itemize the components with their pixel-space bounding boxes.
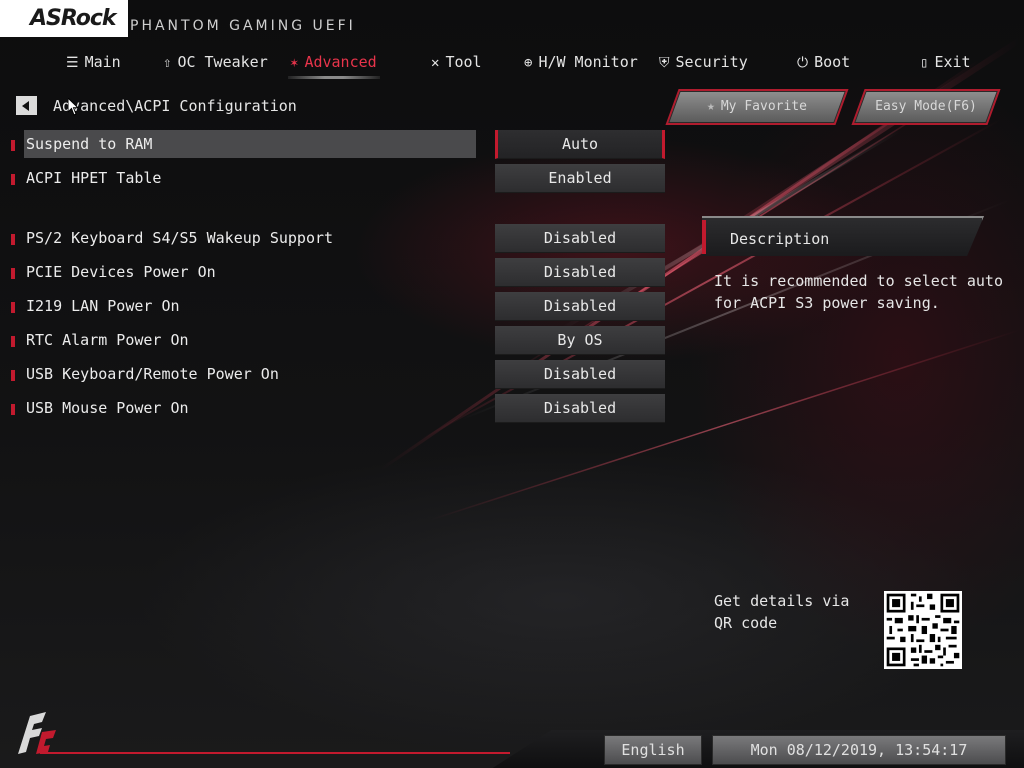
tab-label: Boot (814, 53, 851, 71)
setting-usb-keyboard-remote-power-on[interactable]: USB Keyboard/Remote Power On (10, 360, 480, 388)
my-favorite-label: My Favorite (720, 99, 807, 114)
setting-value-rtc-alarm-power-on[interactable]: By OS (495, 326, 665, 355)
crosshair-icon: ⊕ (524, 55, 533, 71)
bottom-accent-line (40, 752, 510, 754)
qr-caption: Get details via QR code (714, 592, 850, 632)
rocket-icon: ⇧ (163, 55, 172, 71)
my-favorite-button[interactable]: ★ My Favorite (665, 89, 849, 125)
star-icon: ✶ (290, 55, 299, 71)
setting-value-ps2-keyboard-wakeup[interactable]: Disabled (495, 224, 665, 253)
tab-oc-tweaker[interactable]: ⇧ OC Tweaker (163, 48, 268, 76)
description-title: Description (730, 230, 830, 248)
easy-mode-button[interactable]: Easy Mode(F6) (851, 89, 1001, 125)
breadcrumb: Advanced\ACPI Configuration (53, 97, 297, 115)
tab-label: Exit (934, 53, 971, 71)
setting-suspend-to-ram[interactable]: Suspend to RAM (10, 130, 480, 158)
exit-door-icon: ▯ (920, 55, 929, 71)
setting-label: ACPI HPET Table (26, 169, 162, 187)
setting-label: USB Mouse Power On (26, 399, 189, 417)
tab-boot[interactable]: ⏻ Boot (797, 48, 850, 76)
brand-logo: ASRock (30, 6, 117, 31)
phantom-gaming-logo (18, 712, 56, 754)
easy-mode-label: Easy Mode(F6) (875, 99, 977, 114)
setting-label: RTC Alarm Power On (26, 331, 189, 349)
tab-label: Main (84, 53, 121, 71)
active-tab-indicator (288, 76, 380, 79)
setting-value-usb-mouse-power-on[interactable]: Disabled (495, 394, 665, 423)
setting-i219-lan-power-on[interactable]: I219 LAN Power On (10, 292, 480, 320)
setting-value-pcie-devices-power-on[interactable]: Disabled (495, 258, 665, 287)
tab-exit[interactable]: ▯ Exit (920, 48, 971, 76)
tab-label: H/W Monitor (538, 53, 638, 71)
setting-usb-mouse-power-on[interactable]: USB Mouse Power On (10, 394, 480, 422)
setting-label: Suspend to RAM (26, 135, 153, 153)
tools-icon: ✕ (431, 55, 440, 71)
tab-tool[interactable]: ✕ Tool (431, 48, 482, 76)
tab-label: OC Tweaker (177, 53, 268, 71)
description-header: Description (702, 216, 997, 258)
qr-code (884, 591, 962, 669)
setting-acpi-hpet-table[interactable]: ACPI HPET Table (10, 164, 480, 192)
setting-label: USB Keyboard/Remote Power On (26, 365, 279, 383)
list-icon: ☰ (66, 55, 79, 71)
tab-security[interactable]: ⛨ Security (659, 48, 748, 76)
product-title: PHANTOM GAMING UEFI (130, 18, 356, 34)
setting-label: PS/2 Keyboard S4/S5 Wakeup Support (26, 229, 334, 247)
tab-main[interactable]: ☰ Main (66, 48, 121, 76)
setting-value-usb-keyboard-remote-power-on[interactable]: Disabled (495, 360, 665, 389)
shield-icon: ⛨ (659, 55, 670, 71)
main-tabs: ☰ Main ⇧ OC Tweaker ✶ Advanced ✕ Tool ⊕ H/W M… (0, 48, 1024, 78)
datetime-display: Mon 08/12/2019, 13:54:17 (712, 735, 1006, 765)
back-button[interactable] (16, 96, 37, 115)
setting-value-acpi-hpet-table[interactable]: Enabled (495, 164, 665, 193)
tab-label: Security (675, 53, 748, 71)
mouse-pointer-icon (68, 98, 80, 116)
language-button[interactable]: English (604, 735, 702, 765)
tab-label: Tool (445, 53, 482, 71)
setting-value-suspend-to-ram[interactable]: Auto (495, 130, 665, 159)
description-text: It is recommended to select auto for ACP… (714, 272, 1003, 312)
setting-value-i219-lan-power-on[interactable]: Disabled (495, 292, 665, 321)
setting-label: I219 LAN Power On (26, 297, 180, 315)
power-icon: ⏻ (797, 55, 809, 71)
tab-label: Advanced (304, 53, 377, 71)
setting-label: PCIE Devices Power On (26, 263, 216, 281)
setting-rtc-alarm-power-on[interactable]: RTC Alarm Power On (10, 326, 480, 354)
setting-pcie-devices-power-on[interactable]: PCIE Devices Power On (10, 258, 480, 286)
setting-ps2-keyboard-wakeup[interactable]: PS/2 Keyboard S4/S5 Wakeup Support (10, 224, 480, 252)
tab-hw-monitor[interactable]: ⊕ H/W Monitor (524, 48, 638, 76)
star-icon: ★ (707, 99, 715, 114)
tab-advanced[interactable]: ✶ Advanced (290, 48, 377, 76)
